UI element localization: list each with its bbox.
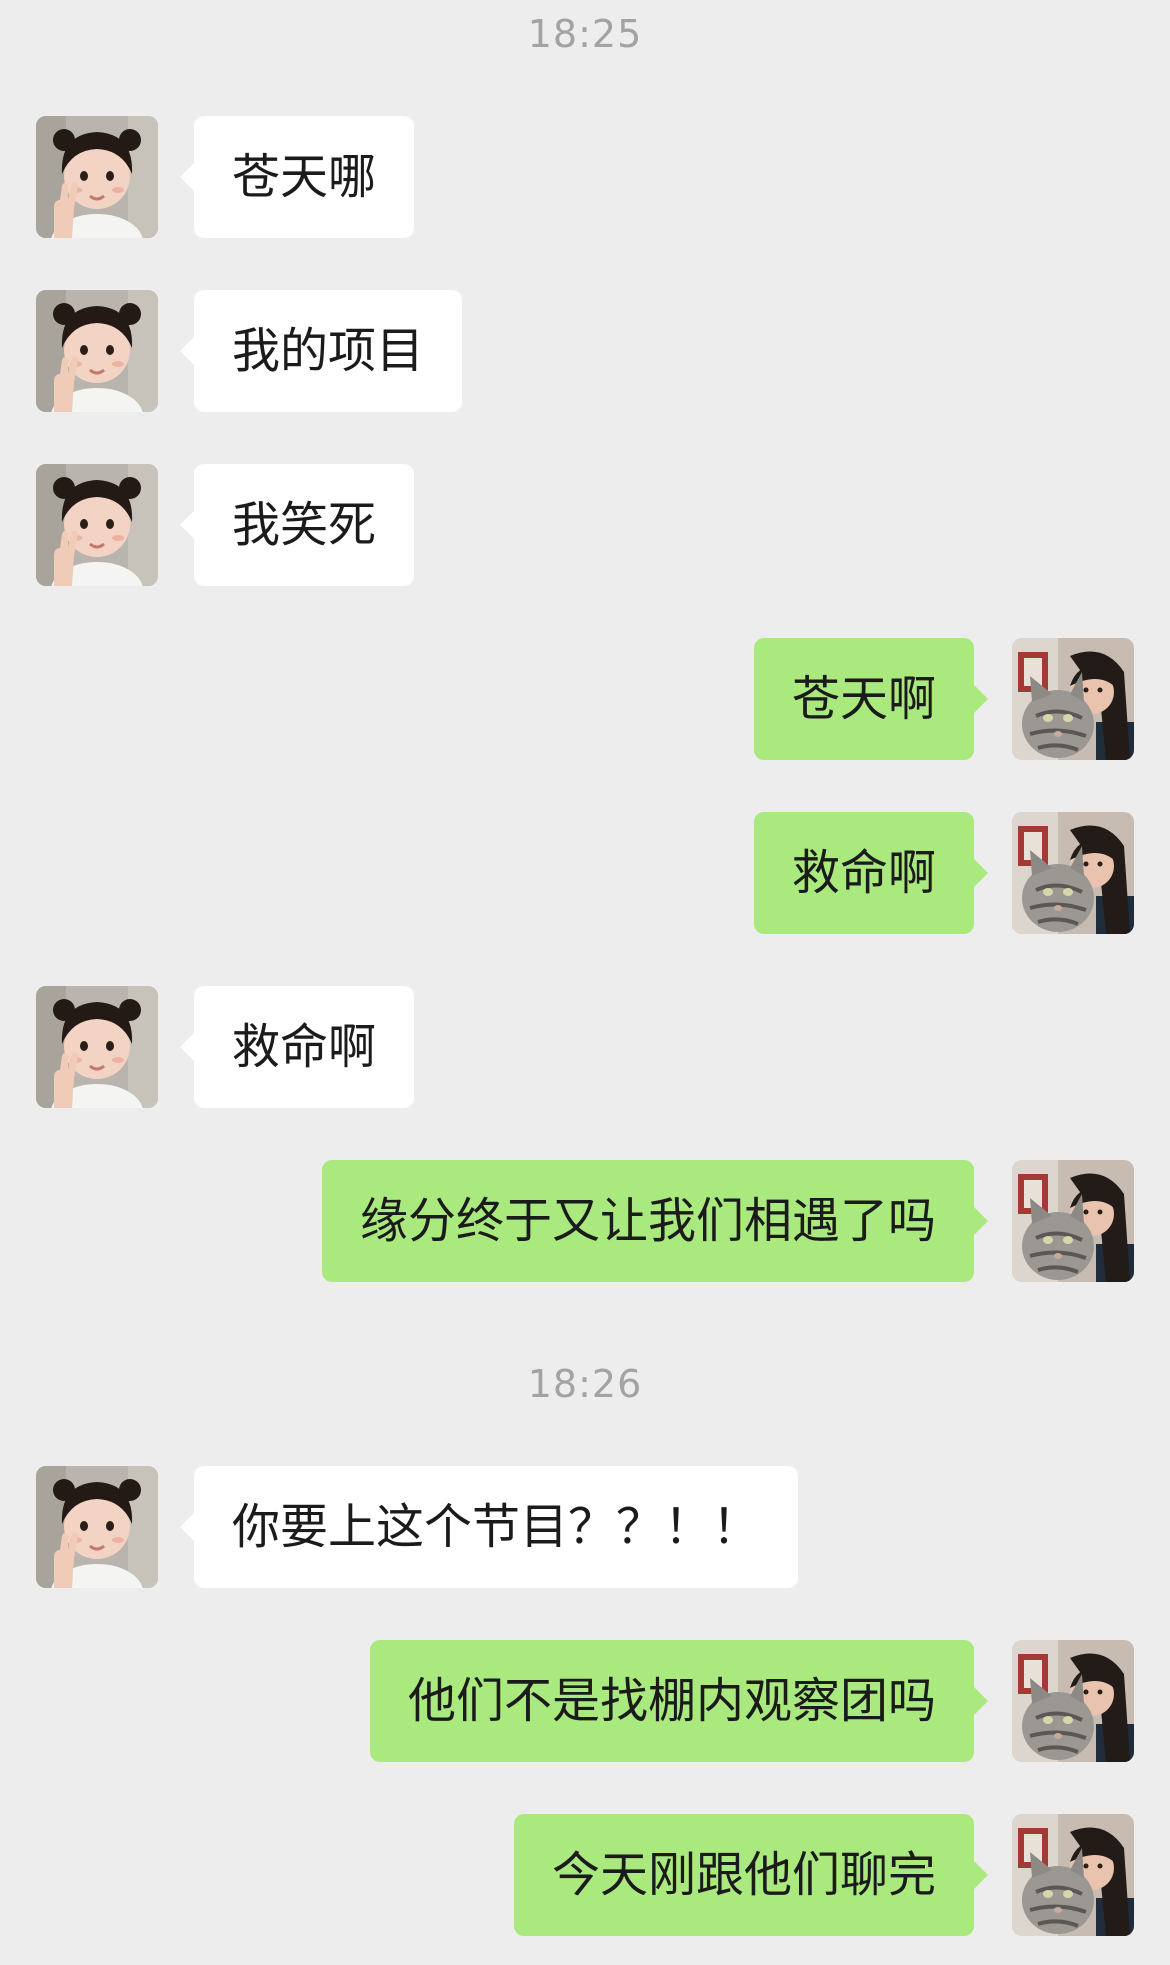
- message-row: 我的项目: [0, 290, 1170, 412]
- message-row: 我笑死: [0, 464, 1170, 586]
- girl-peace-sign-avatar-icon[interactable]: [36, 290, 158, 412]
- girl-with-cat-avatar-icon[interactable]: [1012, 812, 1134, 934]
- chat-view[interactable]: 18:25 苍天哪 我的项目 我笑死 苍天啊 救命啊 救命啊 缘分终于又让我们相…: [0, 0, 1170, 1965]
- received-message-bubble[interactable]: 我的项目: [179, 290, 463, 412]
- timestamp-divider: 18:25: [527, 12, 643, 56]
- girl-with-cat-avatar-icon[interactable]: [1012, 638, 1134, 760]
- message-row: 他们不是找棚内观察团吗: [0, 1640, 1170, 1762]
- sent-message-bubble[interactable]: 他们不是找棚内观察团吗: [369, 1640, 989, 1762]
- timestamp-divider: 18:26: [527, 1362, 643, 1406]
- girl-with-cat-avatar-icon[interactable]: [1012, 1814, 1134, 1936]
- received-message-bubble[interactable]: 我笑死: [179, 464, 415, 586]
- message-row: 你要上这个节目？？！！: [0, 1466, 1170, 1588]
- received-message-bubble[interactable]: 你要上这个节目？？！！: [179, 1466, 799, 1588]
- message-row: 今天刚跟他们聊完: [0, 1814, 1170, 1936]
- sent-message-bubble[interactable]: 缘分终于又让我们相遇了吗: [321, 1160, 989, 1282]
- received-message-bubble[interactable]: 救命啊: [179, 986, 415, 1108]
- sent-message-bubble[interactable]: 救命啊: [753, 812, 989, 934]
- girl-with-cat-avatar-icon[interactable]: [1012, 1160, 1134, 1282]
- message-row: 缘分终于又让我们相遇了吗: [0, 1160, 1170, 1282]
- girl-with-cat-avatar-icon[interactable]: [1012, 1640, 1134, 1762]
- sent-message-bubble[interactable]: 今天刚跟他们聊完: [513, 1814, 989, 1936]
- girl-peace-sign-avatar-icon[interactable]: [36, 116, 158, 238]
- message-row: 救命啊: [0, 986, 1170, 1108]
- sent-message-bubble[interactable]: 苍天啊: [753, 638, 989, 760]
- message-row: 苍天哪: [0, 116, 1170, 238]
- girl-peace-sign-avatar-icon[interactable]: [36, 464, 158, 586]
- message-row: 救命啊: [0, 812, 1170, 934]
- girl-peace-sign-avatar-icon[interactable]: [36, 986, 158, 1108]
- girl-peace-sign-avatar-icon[interactable]: [36, 1466, 158, 1588]
- message-row: 苍天啊: [0, 638, 1170, 760]
- received-message-bubble[interactable]: 苍天哪: [179, 116, 415, 238]
